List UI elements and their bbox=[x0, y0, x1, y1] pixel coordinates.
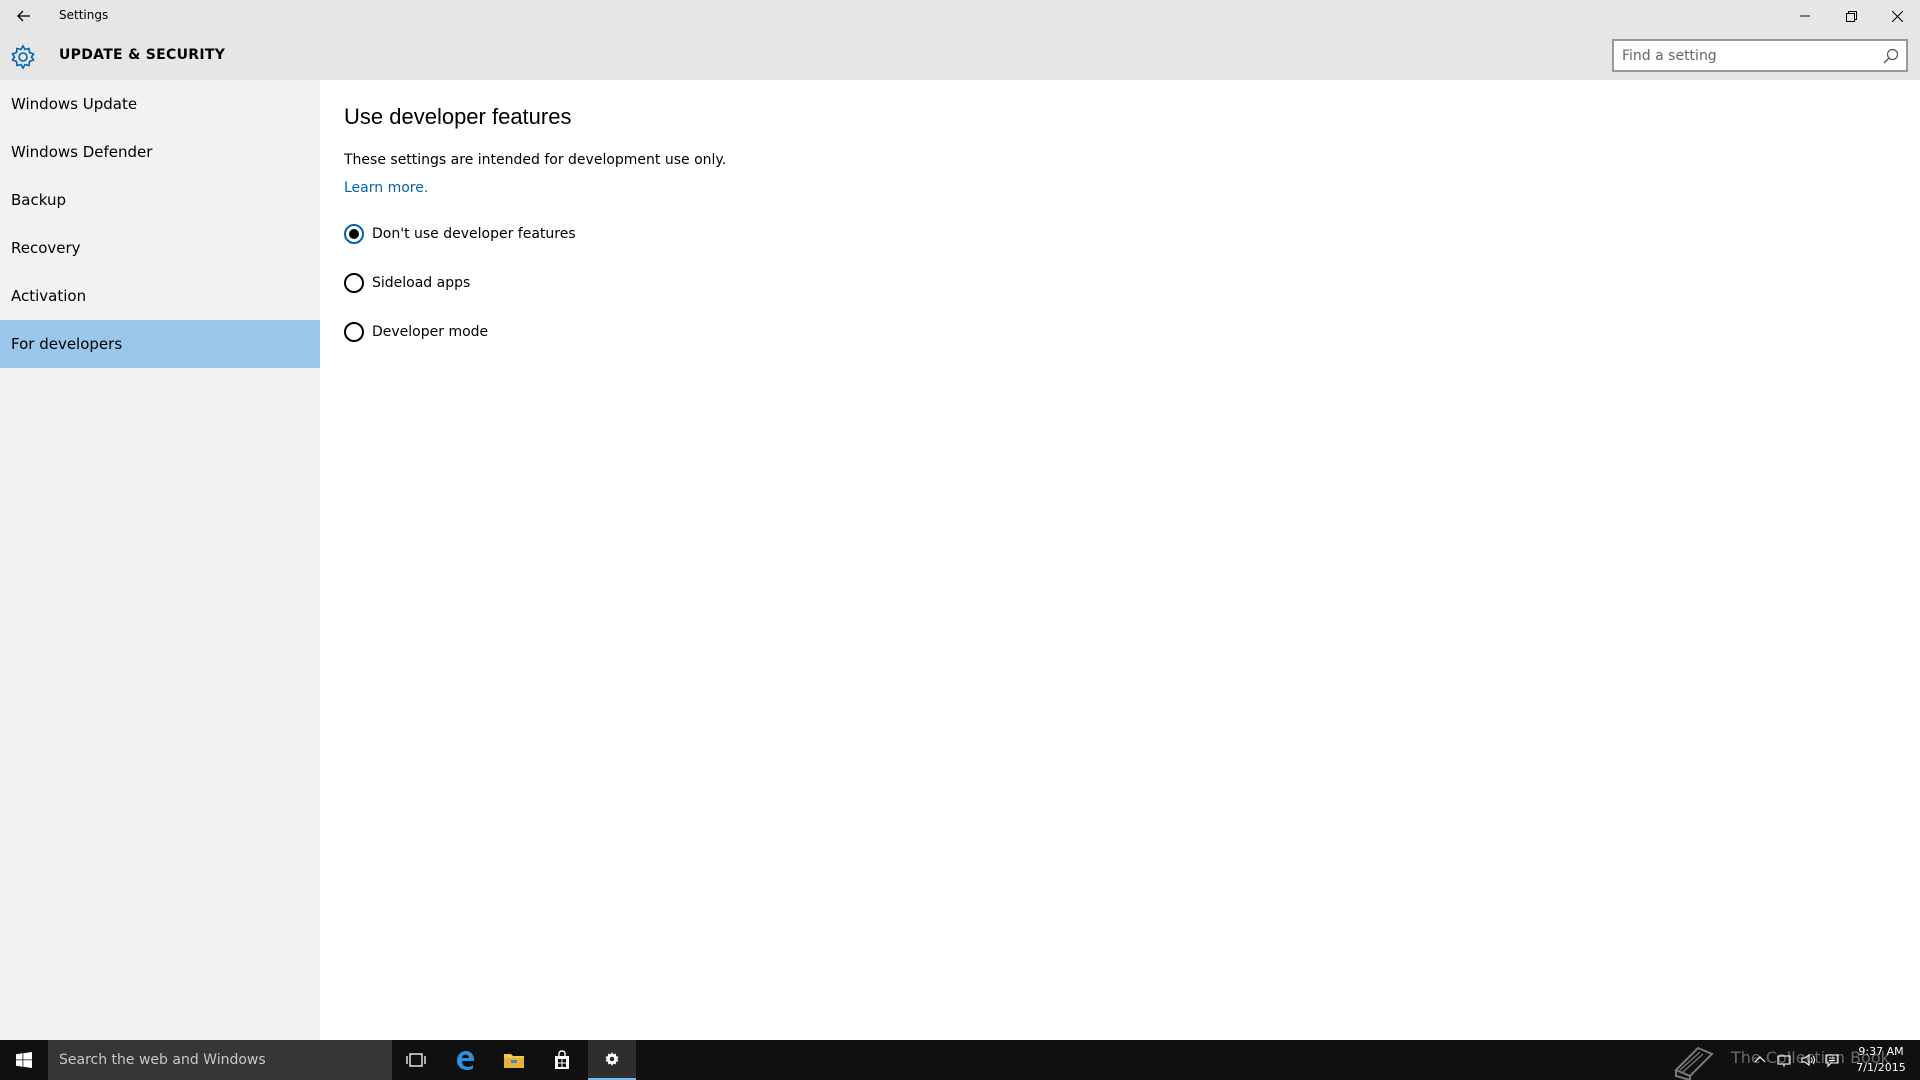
radio-button[interactable] bbox=[344, 322, 364, 342]
restore-icon bbox=[1845, 10, 1857, 22]
radio-button[interactable] bbox=[344, 224, 364, 244]
find-setting-search[interactable] bbox=[1612, 39, 1908, 72]
volume-icon[interactable] bbox=[1800, 1052, 1816, 1068]
learn-more-link[interactable]: Learn more. bbox=[344, 180, 428, 196]
sidebar-item-for-developers[interactable]: For developers bbox=[0, 320, 320, 368]
radio-label: Sideload apps bbox=[372, 275, 471, 291]
minimize-icon bbox=[1800, 15, 1810, 17]
section-title: UPDATE & SECURITY bbox=[59, 47, 226, 63]
task-view-icon bbox=[406, 1053, 426, 1067]
app-title: Settings bbox=[59, 8, 109, 22]
clock-time: 9:37 AM bbox=[1858, 1045, 1904, 1058]
minimize-button[interactable] bbox=[1782, 0, 1828, 32]
taskbar: Search the web and Windows The Collectio… bbox=[0, 1040, 1920, 1080]
task-view-button[interactable] bbox=[392, 1040, 440, 1080]
sidebar-item-label: Backup bbox=[11, 191, 66, 209]
radio-dont-use-developer-features[interactable]: Don't use developer features bbox=[344, 222, 576, 246]
back-arrow-icon bbox=[17, 10, 30, 22]
search-input[interactable] bbox=[1622, 46, 1872, 66]
radio-sideload-apps[interactable]: Sideload apps bbox=[344, 271, 470, 295]
sidebar-item-recovery[interactable]: Recovery bbox=[0, 224, 320, 272]
radio-label: Don't use developer features bbox=[372, 226, 576, 242]
store-button[interactable] bbox=[538, 1040, 586, 1080]
sidebar-item-windows-update[interactable]: Windows Update bbox=[0, 80, 320, 128]
sidebar-item-windows-defender[interactable]: Windows Defender bbox=[0, 128, 320, 176]
chevron-up-icon[interactable] bbox=[1752, 1052, 1768, 1068]
radio-button[interactable] bbox=[344, 273, 364, 293]
edge-browser-button[interactable] bbox=[441, 1040, 489, 1080]
store-bag-icon bbox=[555, 1050, 569, 1069]
radio-selected-dot bbox=[349, 229, 359, 239]
back-button[interactable] bbox=[10, 4, 38, 28]
clock-date: 7/1/2015 bbox=[1856, 1061, 1906, 1074]
close-icon bbox=[1891, 10, 1903, 22]
network-icon[interactable] bbox=[1776, 1052, 1792, 1068]
sidebar-item-label: Activation bbox=[11, 287, 87, 305]
action-center-icon[interactable] bbox=[1824, 1052, 1840, 1068]
main-content: Use developer features These settings ar… bbox=[320, 80, 1920, 1040]
folder-icon bbox=[504, 1054, 524, 1068]
sidebar-item-backup[interactable]: Backup bbox=[0, 176, 320, 224]
file-explorer-button[interactable] bbox=[490, 1040, 538, 1080]
system-clock[interactable]: 9:37 AM 7/1/2015 bbox=[1856, 1044, 1906, 1076]
sidebar-item-label: Windows Update bbox=[11, 95, 138, 113]
radio-developer-mode[interactable]: Developer mode bbox=[344, 320, 488, 344]
book-logo-icon bbox=[1674, 1046, 1714, 1080]
sidebar-item-label: For developers bbox=[11, 335, 123, 353]
gear-icon bbox=[605, 1052, 619, 1066]
search-icon[interactable] bbox=[1882, 47, 1900, 65]
radio-label: Developer mode bbox=[372, 324, 489, 340]
start-button[interactable] bbox=[0, 1040, 48, 1080]
sidebar-item-label: Recovery bbox=[11, 239, 81, 257]
taskbar-search-box[interactable]: Search the web and Windows bbox=[48, 1040, 392, 1080]
gear-icon bbox=[11, 44, 35, 70]
windows-logo-icon bbox=[16, 1052, 32, 1068]
sidebar: Windows Update Windows Defender Backup R… bbox=[0, 80, 320, 1040]
close-button[interactable] bbox=[1874, 0, 1920, 32]
sidebar-item-activation[interactable]: Activation bbox=[0, 272, 320, 320]
settings-taskbar-button[interactable] bbox=[588, 1040, 636, 1080]
description-text: These settings are intended for developm… bbox=[344, 152, 727, 168]
restore-button[interactable] bbox=[1828, 0, 1874, 32]
taskbar-search-placeholder: Search the web and Windows bbox=[59, 1052, 266, 1068]
edge-icon bbox=[457, 1051, 474, 1070]
sidebar-item-label: Windows Defender bbox=[11, 143, 153, 161]
page-title: Use developer features bbox=[344, 104, 572, 129]
title-bar: Settings UPDATE & SECURITY bbox=[0, 0, 1920, 80]
